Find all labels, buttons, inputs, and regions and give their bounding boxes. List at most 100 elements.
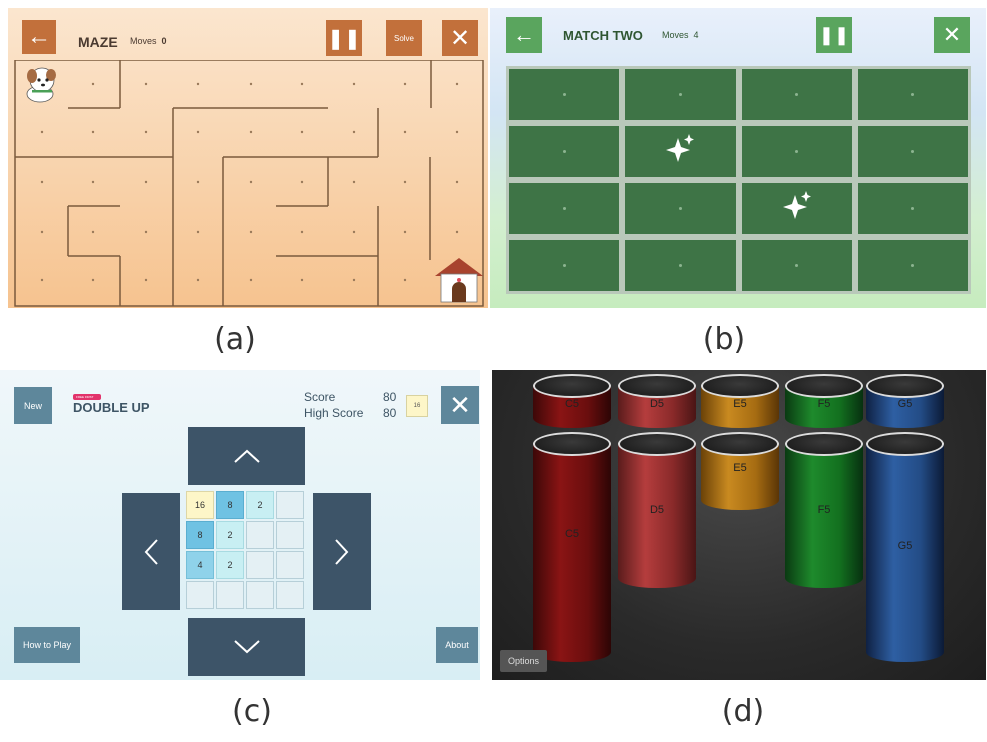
card-tile[interactable] [509,240,620,291]
drum-note-label: E5 [733,462,747,474]
about-button[interactable]: About [436,627,478,663]
pause-button[interactable]: ❚❚ [326,20,362,56]
pause-icon: ❚❚ [818,24,850,45]
drum-bottom_row-0[interactable]: C5 [533,432,611,662]
move-down-button[interactable] [188,618,305,676]
drum-top_row-4[interactable]: G5 [866,374,944,428]
score-label: Score [304,390,336,404]
card-tile[interactable] [509,69,620,120]
card-tile[interactable] [625,183,736,234]
card-tile[interactable] [741,240,852,291]
grid-cell: 2 [216,521,244,549]
card-back-dot [678,207,682,210]
card-back-dot [678,264,682,267]
card-tile[interactable] [741,183,852,234]
how-to-play-button[interactable]: How to Play [14,627,80,663]
back-button[interactable]: ← [22,20,56,54]
drum-head [533,374,611,398]
arrow-left-icon: ← [27,23,51,50]
caption-b: (b) [702,322,746,357]
new-game-button[interactable]: New [14,387,52,424]
drum-head [701,374,779,398]
drum-body [618,444,696,588]
close-icon: ✕ [449,389,471,420]
drum-bottom_row-2[interactable]: E5 [701,432,779,510]
grid-cell [276,581,304,609]
drum-bottom_row-4[interactable]: G5 [866,432,944,662]
card-back-dot [911,264,915,267]
card-tile[interactable] [509,126,620,177]
move-left-button[interactable] [122,493,180,610]
card-tile[interactable] [857,240,968,291]
card-tile[interactable] [625,126,736,177]
grid-cell [186,581,214,609]
moves-counter: Moves 0 [130,36,167,46]
card-tile[interactable] [857,126,968,177]
card-back-dot [795,93,799,96]
best-tile: 16 [406,395,428,417]
high-score-label: High Score [304,406,364,420]
card-back-dot [795,264,799,267]
high-score-value: 80 [383,406,397,420]
move-up-button[interactable] [188,427,305,485]
card-grid [506,66,971,294]
card-back-dot [562,93,566,96]
pause-icon: ❚❚ [327,27,361,50]
drum-note-label: F5 [817,398,831,410]
caption-c: (c) [232,694,272,729]
grid-cell [246,581,274,609]
drum-bottom_row-3[interactable]: F5 [785,432,863,588]
drum-note-label: G5 [897,540,913,552]
drum-note-label: E5 [733,398,747,410]
drum-body [866,444,944,662]
card-tile[interactable] [509,183,620,234]
card-tile[interactable] [741,69,852,120]
card-tile[interactable] [625,69,736,120]
back-button[interactable]: ← [506,17,542,53]
drum-head [785,374,863,398]
drum-top_row-0[interactable]: C5 [533,374,611,428]
moves-label: Moves [130,36,157,46]
puppy-icon [26,67,56,103]
sparkles-icon [662,132,698,172]
drum-top_row-1[interactable]: D5 [618,374,696,428]
double-up-game-panel: New FREE FIRST DOUBLE UP Score 80 High S… [0,370,480,680]
card-tile[interactable] [857,183,968,234]
drum-top_row-2[interactable]: E5 [701,374,779,428]
grid-cell: 8 [216,491,244,519]
drum-head [701,432,779,456]
steel-drums-panel: C5 D5 E5 F5 G5 C5 D5 E5 F5 G5 Options [492,370,986,680]
card-back-dot [562,150,566,153]
card-tile[interactable] [625,240,736,291]
chevron-up-icon [233,449,260,463]
close-button[interactable]: ✕ [442,20,478,56]
card-tile[interactable] [741,126,852,177]
grid-cell [276,551,304,579]
options-button[interactable]: Options [500,650,547,672]
grid-cell: 8 [186,521,214,549]
moves-counter: Moves 4 [662,30,699,40]
drum-head [618,374,696,398]
card-back-dot [678,93,682,96]
maze-game-panel: ← MAZE Moves 0 ❚❚ Solve ✕ [8,8,488,308]
grid-cell [216,581,244,609]
close-button[interactable]: ✕ [441,386,479,424]
drum-top_row-3[interactable]: F5 [785,374,863,428]
drum-head [785,432,863,456]
card-tile[interactable] [857,69,968,120]
solve-button[interactable]: Solve [386,20,422,56]
grid-cell [246,521,274,549]
moves-value: 4 [693,30,699,40]
card-back-dot [795,150,799,153]
moves-label: Moves [662,30,689,40]
move-right-button[interactable] [313,493,371,610]
close-button[interactable]: ✕ [934,17,970,53]
game-title: DOUBLE UP [73,400,150,415]
drum-note-label: D5 [649,504,665,516]
chevron-left-icon [144,538,158,565]
pause-button[interactable]: ❚❚ [816,17,852,53]
drum-bottom_row-1[interactable]: D5 [618,432,696,588]
maze-board[interactable] [8,60,488,308]
card-back-dot [562,264,566,267]
drum-note-label: C5 [564,528,580,540]
